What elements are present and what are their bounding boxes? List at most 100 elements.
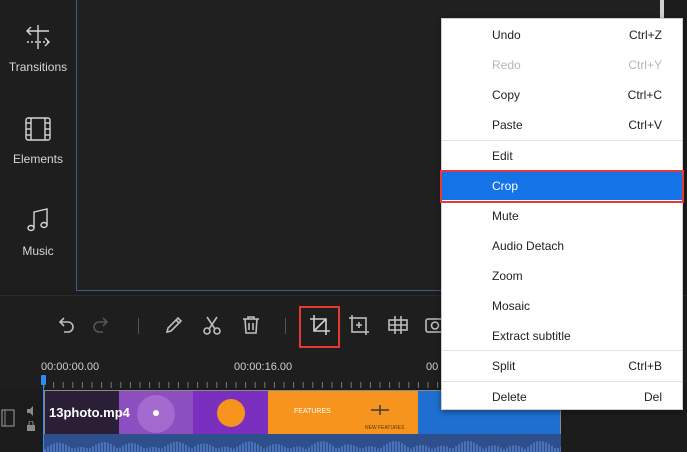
menu-item-zoom[interactable]: Zoom [442,260,682,290]
waveform-bar [206,443,208,452]
menu-item-undo[interactable]: Undo Ctrl+Z [442,19,682,49]
waveform-bar [320,441,322,452]
waveform-bar [194,446,196,452]
crop-tool-highlight [299,306,340,348]
waveform-bar [257,444,259,452]
menu-item-label: Copy [492,88,521,102]
waveform-bar [359,448,361,452]
waveform-bar [515,445,517,452]
menu-item-mute[interactable]: Mute [442,200,682,230]
waveform-bar [230,447,232,452]
music-icon [27,208,48,232]
waveform-bar [146,448,148,452]
track-film-icon [1,409,15,427]
freeze-frame-icon[interactable] [347,313,371,337]
waveform-bar [281,445,283,452]
waveform-bar [554,447,556,452]
waveform-bar [98,443,100,452]
waveform-bar [488,446,490,452]
waveform-bar [251,441,253,452]
menu-item-label: Audio Detach [492,239,565,253]
waveform-bar [332,445,334,452]
waveform-bar [446,446,448,452]
waveform-bar [242,443,244,452]
waveform-bar [56,442,58,452]
waveform-bar [200,443,202,452]
waveform-bar [77,447,79,452]
waveform-bar [254,442,256,452]
waveform-bar [71,448,73,452]
menu-item-shortcut: Ctrl+C [627,88,662,102]
playhead-handle[interactable] [41,375,46,385]
waveform-bar [485,447,487,452]
sidebar-item-transitions[interactable]: Transitions [0,22,76,74]
waveform-bar [323,441,325,452]
waveform-bar [377,448,379,452]
trash-icon[interactable] [239,313,263,337]
menu-item-delete[interactable]: Delete Del [442,381,682,411]
waveform-bar [341,446,343,452]
waveform-bar [92,446,94,452]
waveform-bar [539,441,541,452]
waveform-bar [371,446,373,452]
waveform-bar [224,446,226,452]
menu-item-split[interactable]: Split Ctrl+B [442,350,682,380]
sidebar-item-music[interactable]: Music [0,206,76,258]
waveform-bar [182,443,184,452]
clip-thumb: NEW FEATURES [343,391,418,435]
menu-item-edit[interactable]: Edit [442,140,682,170]
menu-item-extract-subtitle[interactable]: Extract subtitle [442,320,682,350]
waveform-bar [245,442,247,452]
scissors-icon[interactable] [200,313,224,337]
timecode-label: 00 [426,361,439,373]
audio-waveform [44,434,561,452]
sidebar-item-label: Music [22,244,54,258]
redo-icon[interactable] [90,313,114,337]
waveform-bar [344,444,346,452]
waveform-bar [218,448,220,452]
waveform-bar [458,444,460,452]
waveform-bar [530,444,532,452]
waveform-bar [236,446,238,452]
waveform-bar [293,447,295,452]
waveform-bar [512,445,514,452]
waveform-bar [494,445,496,452]
waveform-bar [527,446,529,452]
waveform-bar [479,446,481,452]
waveform-bar [449,447,451,452]
waveform-bar [176,441,178,452]
waveform-bar [149,447,151,452]
waveform-bar [143,448,145,452]
toolbar-divider [138,318,139,334]
menu-item-audio-detach[interactable]: Audio Detach [442,230,682,260]
menu-item-paste[interactable]: Paste Ctrl+V [442,109,682,139]
waveform-bar [380,447,382,452]
sidebar-item-label: Transitions [8,60,68,74]
waveform-bar [356,446,358,452]
toolbar-divider [285,318,286,334]
waveform-bar [551,445,553,452]
sidebar-item-label: Elements [12,152,64,166]
lock-icon[interactable] [26,421,36,431]
waveform-bar [401,443,403,452]
waveform-bar [50,444,52,452]
menu-item-shortcut: Ctrl+B [628,359,662,373]
waveform-bar [167,444,169,452]
waveform-bar [131,443,133,452]
waveform-bar [464,441,466,452]
menu-item-copy[interactable]: Copy Ctrl+C [442,79,682,109]
undo-icon[interactable] [53,313,77,337]
waveform-bar [86,448,88,452]
sidebar-item-elements[interactable]: Elements [0,114,76,166]
waveform-bar [215,448,217,452]
waveform-bar [329,443,331,452]
waveform-bar [158,448,160,452]
waveform-bar [179,442,181,452]
pencil-icon[interactable] [162,313,186,337]
menu-item-mosaic[interactable]: Mosaic [442,290,682,320]
menu-item-label: Extract subtitle [492,329,571,343]
volume-icon[interactable] [26,406,38,416]
waveform-bar [170,443,172,452]
elements-icon [25,117,51,141]
mosaic-grid-icon[interactable] [386,313,410,337]
